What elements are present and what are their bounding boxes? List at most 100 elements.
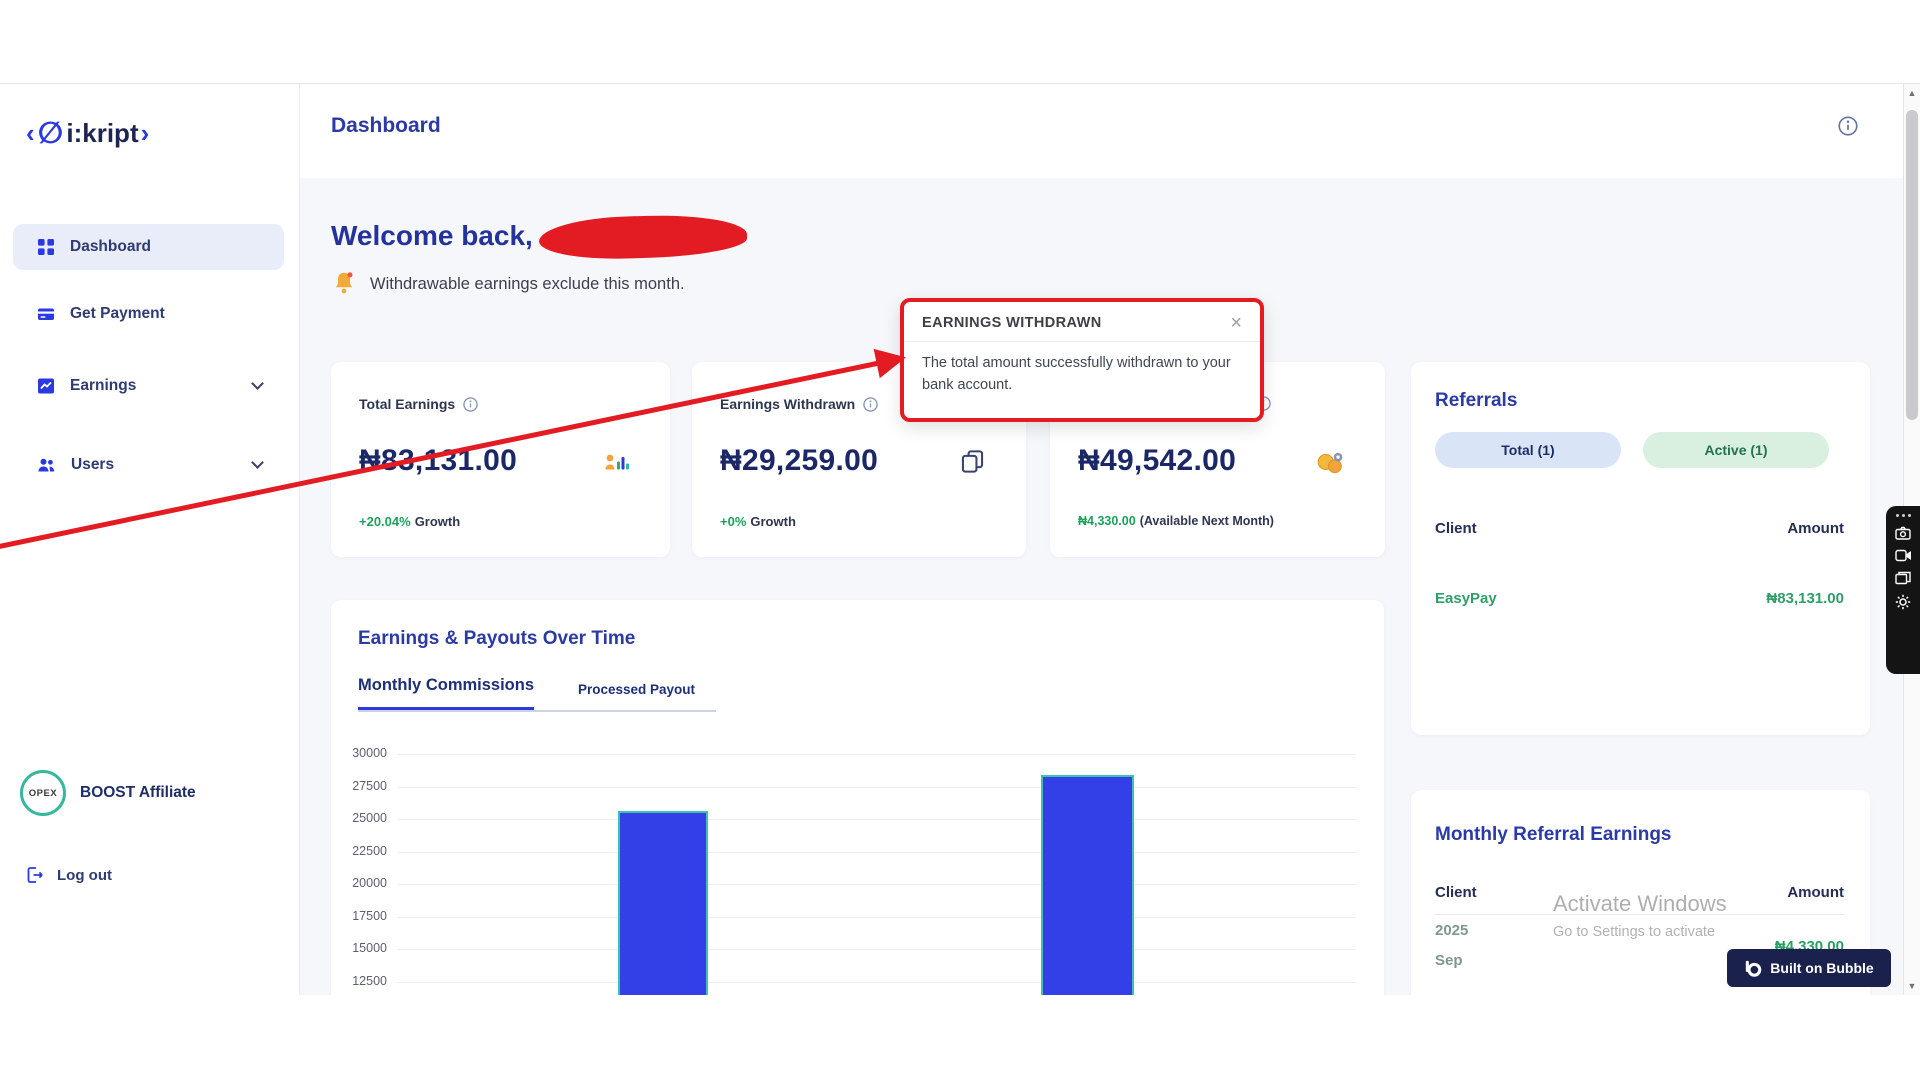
sidebar: ‹ ∅ i:kript › Dashboard <box>0 84 300 995</box>
sidebar-nav: Dashboard Get Payment Earnings <box>13 84 284 995</box>
tab-processed-payout[interactable]: Processed Payout <box>578 682 695 697</box>
app-screen: ‹ ∅ i:kript › Dashboard <box>0 0 1920 1080</box>
stat-label: Total Earnings <box>359 396 455 412</box>
table-row-year: 2025 <box>1435 992 1468 995</box>
gridline <box>397 949 1356 950</box>
scrollbar-down-arrow[interactable]: ▼ <box>1904 981 1920 991</box>
tooltip-title: EARNINGS WITHDRAWN <box>922 315 1102 331</box>
stat-label: Earnings Withdrawn <box>720 396 855 412</box>
gridline <box>397 917 1356 918</box>
column-header-client: Client <box>1435 520 1477 537</box>
sidebar-item-label: Users <box>71 456 114 474</box>
bubble-badge-label: Built on Bubble <box>1770 960 1873 976</box>
coins-icon <box>1315 448 1345 483</box>
chevron-down-icon <box>251 377 264 390</box>
chart-title: Earnings & Payouts Over Time <box>358 628 635 650</box>
person-chart-icon <box>602 448 630 481</box>
welcome-heading: Welcome back, <box>331 220 533 252</box>
gridline <box>397 852 1356 853</box>
y-axis-tick: 25000 <box>339 811 387 825</box>
y-axis-tick: 27500 <box>339 779 387 793</box>
sidebar-item-earnings[interactable]: Earnings <box>13 363 284 409</box>
stat-value: ₦29,259.00 <box>720 444 878 478</box>
info-icon[interactable] <box>463 397 478 412</box>
close-icon[interactable]: × <box>1230 316 1242 330</box>
y-axis-tick: 12500 <box>339 974 387 988</box>
sidebar-item-users[interactable]: Users <box>13 442 284 488</box>
notice-row: Withdrawable earnings exclude this month… <box>331 270 685 298</box>
page-title: Dashboard <box>331 114 441 138</box>
built-on-bubble-badge[interactable]: Built on Bubble <box>1727 949 1891 987</box>
sub-label: (Available Next Month) <box>1140 514 1274 528</box>
stat-sub-note: ₦4,330.00 (Available Next Month) <box>1078 514 1274 528</box>
y-axis-tick: 20000 <box>339 876 387 890</box>
logout-label: Log out <box>57 867 112 884</box>
stat-growth: +0% Growth <box>720 514 796 529</box>
tooltip-body: The total amount successfully withdrawn … <box>904 342 1260 406</box>
stat-growth: +20.04% Growth <box>359 514 460 529</box>
sidebar-item-get-payment[interactable]: Get Payment <box>13 291 284 337</box>
table-row-year: 2025 <box>1435 922 1468 939</box>
top-strip <box>0 0 1920 83</box>
info-icon[interactable] <box>863 397 878 412</box>
y-axis-tick: 17500 <box>339 909 387 923</box>
referrals-active-pill[interactable]: Active (1) <box>1643 432 1829 468</box>
gear-icon[interactable] <box>1895 594 1911 610</box>
growth-label: Growth <box>750 514 796 529</box>
gridline <box>397 884 1356 885</box>
bell-icon <box>331 270 357 298</box>
main-header: Dashboard <box>300 84 1920 178</box>
y-axis-tick: 30000 <box>339 746 387 760</box>
referrals-total-pill[interactable]: Total (1) <box>1435 432 1621 468</box>
y-axis-tick: 22500 <box>339 844 387 858</box>
table-row-amount: ₦83,131.00 <box>1766 590 1844 607</box>
sub-amount: ₦4,330.00 <box>1078 514 1136 528</box>
gridline <box>397 819 1356 820</box>
bubble-logo-icon <box>1744 959 1762 977</box>
affiliate-row: OPEX BOOST Affiliate <box>20 770 196 816</box>
window-capture-icon[interactable] <box>1895 571 1911 585</box>
earnings-chart-icon <box>37 377 55 395</box>
payment-card-icon <box>37 305 55 323</box>
referrals-title: Referrals <box>1435 390 1517 412</box>
earnings-withdrawn-tooltip: EARNINGS WITHDRAWN × The total amount su… <box>900 298 1264 422</box>
y-axis-tick: 15000 <box>339 941 387 955</box>
header-divider <box>1435 914 1844 915</box>
drag-handle-icon[interactable] <box>1896 514 1911 517</box>
sidebar-item-label: Get Payment <box>70 305 165 323</box>
sidebar-item-dashboard[interactable]: Dashboard <box>13 224 284 270</box>
monthly-referral-title: Monthly Referral Earnings <box>1435 824 1672 846</box>
column-header-client: Client <box>1435 884 1477 901</box>
stat-value: ₦83,131.00 <box>359 444 517 478</box>
gridline <box>397 982 1356 983</box>
tab-monthly-commissions[interactable]: Monthly Commissions <box>358 676 534 710</box>
referrals-card: Referrals Total (1) Active (1) Client Am… <box>1411 362 1870 735</box>
sidebar-item-label: Dashboard <box>70 238 151 256</box>
growth-label: Growth <box>415 514 461 529</box>
header-info-icon[interactable] <box>1838 116 1858 136</box>
users-icon <box>37 456 56 474</box>
main-area: Dashboard Welcome back, Withdrawable ear… <box>300 84 1920 995</box>
logout-icon <box>26 866 44 884</box>
tabs-underline <box>358 710 716 712</box>
table-row-client: EasyPay <box>1435 590 1497 607</box>
sidebar-item-label: Earnings <box>70 377 136 395</box>
growth-value: +20.04% <box>359 514 411 529</box>
column-header-amount: Amount <box>1787 520 1844 537</box>
table-row-month: Sep <box>1435 952 1463 969</box>
stat-card-total-earnings: Total Earnings ₦83,131.00 <box>331 362 670 557</box>
affiliate-label: BOOST Affiliate <box>80 784 196 802</box>
opex-logo: OPEX <box>20 770 66 816</box>
chart-bar <box>1041 775 1134 995</box>
scrollbar-thumb[interactable] <box>1906 110 1918 420</box>
camera-icon[interactable] <box>1895 526 1911 540</box>
gridline <box>397 787 1356 788</box>
logout-button[interactable]: Log out <box>26 866 112 884</box>
chart-bar <box>618 811 708 995</box>
video-camera-icon[interactable] <box>1895 549 1912 562</box>
growth-value: +0% <box>720 514 746 529</box>
scrollbar-up-arrow[interactable]: ▲ <box>1904 88 1920 98</box>
column-header-amount: Amount <box>1787 884 1844 901</box>
copy-icon <box>959 448 986 480</box>
capture-toolbar <box>1886 506 1920 674</box>
